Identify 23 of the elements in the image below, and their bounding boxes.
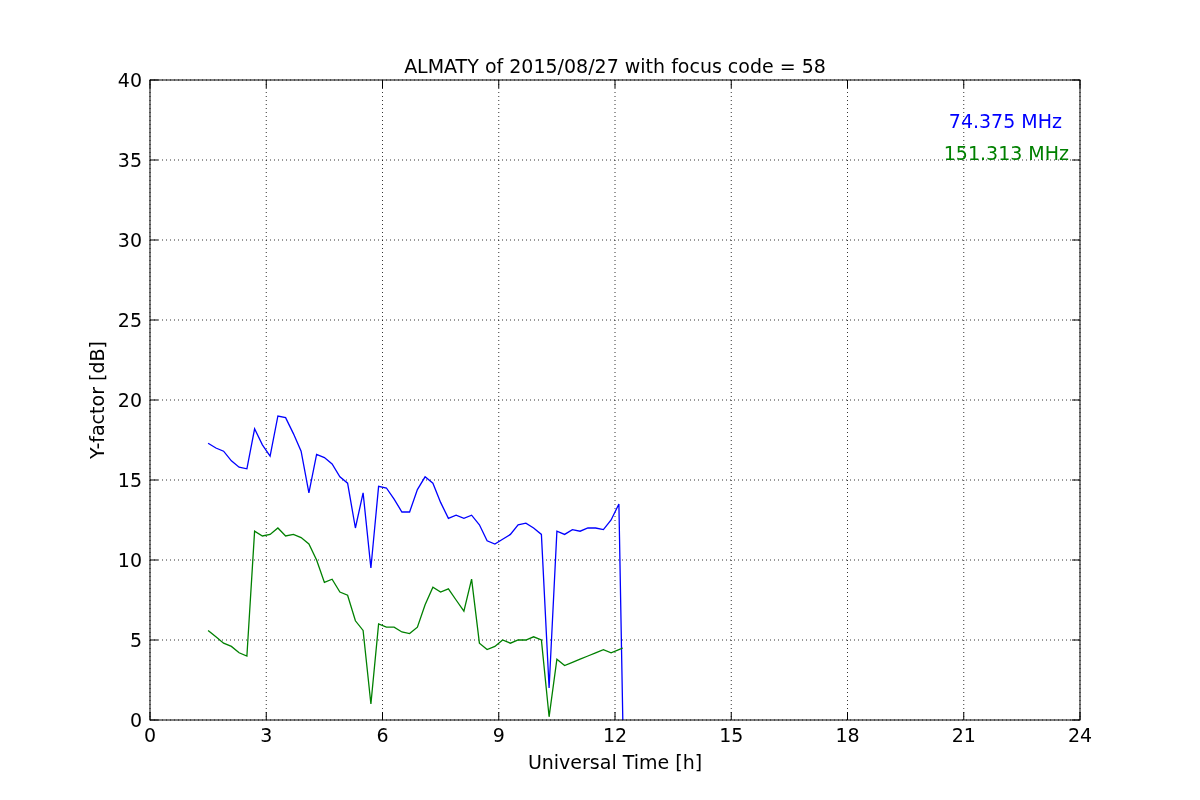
tick-label: 25 xyxy=(117,309,142,331)
tick-label: 12 xyxy=(602,724,628,746)
tick-label: 10 xyxy=(117,549,142,571)
axis-label: Y-factor [dB] xyxy=(86,341,108,459)
chart-title: ALMATY of 2015/08/27 with focus code = 58 xyxy=(404,55,826,77)
tick-label: 0 xyxy=(143,724,157,746)
tick-label: 21 xyxy=(951,724,976,746)
tick-label: 15 xyxy=(117,469,142,491)
tick-label: 6 xyxy=(376,724,389,746)
tick-label: 30 xyxy=(117,229,142,251)
tick-label: 15 xyxy=(719,724,744,746)
tick-label: 40 xyxy=(117,69,142,91)
tick-label: 5 xyxy=(129,629,142,651)
tick-label: 0 xyxy=(129,709,142,731)
axis-label: Universal Time [h] xyxy=(527,751,703,773)
legend-label: 151.313 MHz xyxy=(943,142,1069,164)
tick-label: 35 xyxy=(117,149,142,171)
tick-label: 18 xyxy=(835,724,860,746)
tick-label: 3 xyxy=(260,724,273,746)
tick-label: 24 xyxy=(1067,724,1093,746)
tick-label: 20 xyxy=(117,389,142,411)
legend-label: 74.375 MHz xyxy=(948,110,1062,132)
tick-label: 9 xyxy=(492,724,505,746)
